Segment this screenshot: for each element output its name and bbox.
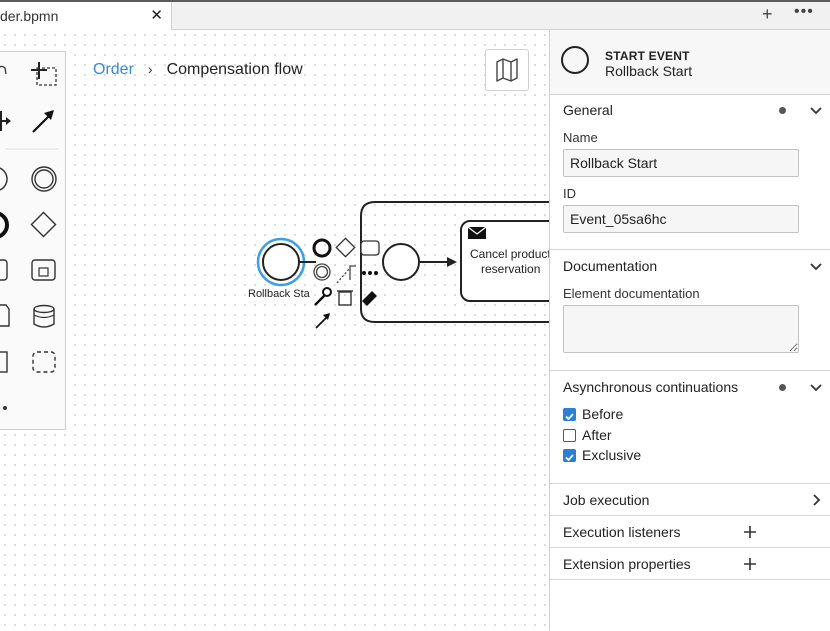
checkbox-checked[interactable] [563,449,576,462]
bpmn-diagram: Rollback Sta Cancel product reservation [248,201,549,329]
end-event-icon [312,238,332,258]
add-icon[interactable] [743,557,757,571]
id-input[interactable] [563,205,799,233]
panel-header: START EVENT Rollback Start [550,30,830,95]
id-label: ID [563,186,576,201]
gateway-icon [335,237,356,258]
group-tool-icon [32,351,56,373]
tab-order-bpmn[interactable]: der.bpmn ✕ [0,2,172,31]
breadcrumb-separator: › [147,61,153,77]
checkbox-checked[interactable] [563,408,576,421]
add-tab-icon[interactable]: + [762,4,773,25]
minimap-toggle-button[interactable] [485,49,529,91]
group-header-job-execution[interactable]: Job execution [550,485,830,515]
breadcrumb-current: Compensation flow [166,61,303,78]
group-title: Asynchronous continuations [563,379,739,395]
documentation-textarea[interactable] [563,305,799,353]
tab-bar: der.bpmn ✕ + ••• [0,0,830,31]
subprocess-tool-icon [31,259,56,281]
data-store-tool-icon [33,304,55,328]
association-icon [336,268,350,284]
divider [550,579,830,580]
end-event-tool-icon [0,211,9,239]
checkbox-label: Before [582,406,624,422]
group-header-general[interactable]: General [550,95,830,125]
hand-tool-icon [0,65,7,75]
divider [550,515,830,516]
gateway-tool-icon [30,211,57,238]
subprocess-start-event [382,243,420,281]
group-header-async[interactable]: Asynchronous continuations [550,372,830,402]
map-icon [496,58,518,82]
more-options-icon [374,271,378,275]
data-marker-icon [779,107,786,114]
data-object-tool-icon [0,304,10,327]
divider [550,483,830,484]
breadcrumb-root[interactable]: Order [93,61,134,78]
more-tools-icon [3,406,7,410]
check-icon [565,454,574,462]
more-icon[interactable]: ••• [794,3,814,21]
group-header-execution-listeners[interactable]: Execution listeners [550,517,830,547]
element-name: Rollback Start [605,63,693,79]
group-header-extension-properties[interactable]: Extension properties [550,549,830,579]
tool-palette [0,51,66,430]
close-icon[interactable]: ✕ [150,6,163,24]
group-title: Documentation [563,258,658,274]
tab-label: der.bpmn [0,8,59,24]
paint-icon [362,291,377,306]
checkbox-unchecked[interactable] [563,429,576,442]
task-label-line2: reservation [481,262,540,276]
divider [550,370,830,371]
group-title: Job execution [563,492,650,508]
task-label-line1: Cancel product [470,247,549,261]
context-pad [312,237,380,329]
diagram-canvas[interactable]: Rollback Sta Cancel product reservation [0,30,549,631]
checkbox-label: Exclusive [582,447,642,463]
pool-tool-icon [0,351,8,373]
trash-icon [338,291,352,306]
properties-panel: START EVENT Rollback Start General Name … [549,30,830,631]
divider [550,547,830,548]
documentation-label: Element documentation [563,286,700,301]
task-icon [360,240,380,256]
intermediate-event-tool-icon [31,166,57,192]
divider [550,249,830,250]
group-title: Execution listeners [563,524,681,540]
group-title: Extension properties [563,556,691,572]
data-marker-icon [779,384,786,391]
name-input[interactable] [563,149,799,177]
chevron-down-icon [810,384,822,392]
chevron-right-icon [813,494,821,506]
task-tool-icon [0,259,8,281]
start-event-tool-icon [0,167,8,191]
lasso-tool-icon [31,62,57,86]
start-event-label: Rollback Sta [248,288,311,300]
wrench-icon [314,294,326,306]
group-title: General [563,102,613,118]
annotation-icon [349,265,356,280]
chevron-down-icon [810,263,822,271]
space-tool-icon [0,111,11,131]
breadcrumb: Order › Compensation flow [93,61,303,79]
add-icon[interactable] [743,525,757,539]
start-event-icon [561,46,589,74]
checkbox-label: After [582,427,612,443]
check-icon [565,413,574,421]
start-event-shape [262,243,300,281]
element-type: START EVENT [605,49,690,63]
group-header-documentation[interactable]: Documentation [550,251,830,281]
chevron-down-icon [810,107,822,115]
global-connect-icon [32,110,54,133]
name-label: Name [563,130,598,145]
